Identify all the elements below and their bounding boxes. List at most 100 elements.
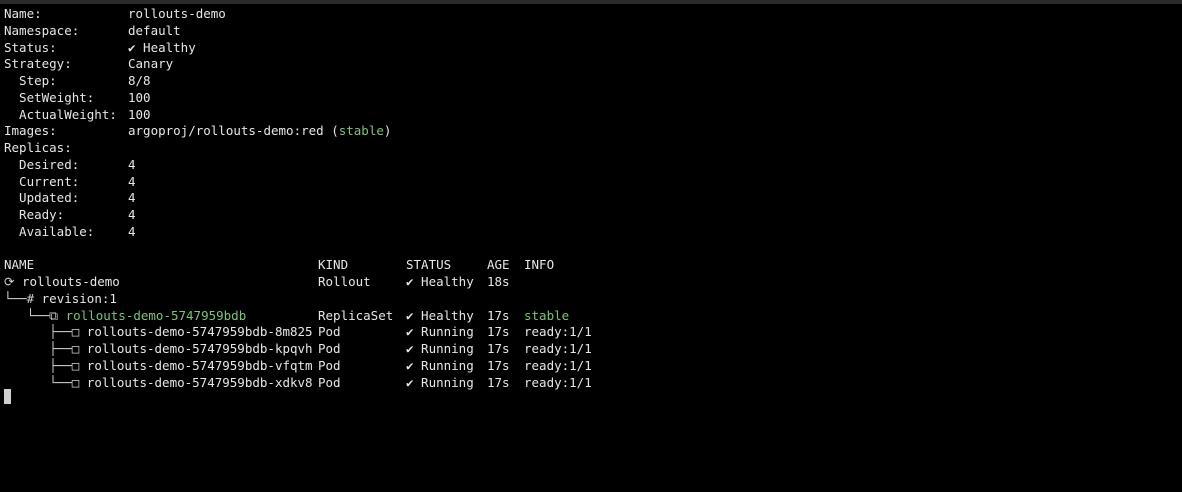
pod-tree-icon: └──□ (4, 374, 87, 390)
header-status: STATUS (406, 257, 452, 273)
summary-value: 4 (128, 207, 136, 222)
resource-name: rollouts-demo-5747959bdb-xdkv8 (86, 374, 313, 390)
terminal-output: Name: rollouts-demo Namespace: default S… (4, 6, 1178, 391)
resource-name: rollouts-demo-5747959bdb-kpqvh (86, 341, 313, 356)
summary-key: SetWeight: (4, 89, 95, 105)
summary-line-updated: Updated: 4 (4, 190, 1178, 207)
resource-kind: Rollout (318, 274, 371, 289)
summary-line-step: Step: 8/8 (4, 73, 1178, 90)
resource-kind: Pod (318, 374, 341, 390)
table-row: ⟳ rollouts-demo Rollout ✔ Healthy 18s (4, 274, 1178, 291)
summary-line-status: Status: ✔ Healthy (4, 40, 1178, 57)
table-row: ├──□ rollouts-demo-5747959bdb-kpqvh Pod … (4, 341, 1178, 358)
resource-age: 17s (487, 324, 510, 340)
header-kind: KIND (318, 257, 349, 273)
rollout-icon: ⟳ (4, 274, 22, 289)
summary-key: Namespace: (4, 22, 80, 38)
pod-tree-icon: ├──□ (4, 357, 87, 373)
resource-name: rollouts-demo-5747959bdb-vfqtm (86, 357, 313, 373)
resource-info: stable (524, 307, 570, 323)
resource-status: ✔ Running (406, 357, 474, 373)
resource-status: ✔ Running (406, 324, 474, 340)
summary-value: 4 (128, 190, 136, 206)
summary-key: Name: (4, 6, 42, 21)
row-name-cell: ⟳ rollouts-demo (4, 274, 120, 291)
image-stable-tag: stable (338, 123, 384, 139)
row-name-cell: └──# revision:1 (4, 291, 117, 308)
summary-line-desired: Desired: 4 (4, 157, 1178, 174)
table-row: ├──□ rollouts-demo-5747959bdb-vfqtm Pod … (4, 358, 1178, 375)
summary-value: 4 (128, 223, 136, 239)
resource-status: ✔ Healthy (406, 307, 474, 323)
resource-name: rollouts-demo (22, 274, 120, 289)
resource-info: ready:1/1 (524, 357, 592, 373)
summary-key: ActualWeight: (4, 106, 117, 122)
summary-value: 100 (128, 89, 151, 105)
replicaset-tree-icon: └──⧉ (4, 307, 66, 323)
summary-key: Current: (4, 173, 80, 189)
header-info: INFO (524, 257, 555, 273)
window-top-bar (0, 0, 1182, 4)
revision-label: revision:1 (41, 290, 117, 306)
summary-key: Available: (4, 223, 95, 239)
resource-age: 18s (487, 274, 510, 289)
summary-line-actualweight: ActualWeight: 100 (4, 107, 1178, 124)
summary-line-setweight: SetWeight: 100 (4, 90, 1178, 107)
summary-key: Status: (4, 39, 57, 55)
image-name: argoproj/rollouts-demo:red (128, 123, 324, 139)
pod-tree-icon: ├──□ (4, 324, 87, 340)
table-row: └──# revision:1 (4, 291, 1178, 308)
summary-key: Replicas: (4, 140, 72, 155)
terminal-cursor[interactable] (4, 389, 11, 404)
resource-kind: ReplicaSet (318, 307, 394, 323)
resource-kind: Pod (318, 324, 341, 340)
summary-value: Canary (128, 56, 174, 72)
summary-key: Strategy: (4, 56, 72, 72)
table-row: └──□ rollouts-demo-5747959bdb-xdkv8 Pod … (4, 375, 1178, 392)
revision-tree-icon: └──# (4, 290, 42, 306)
row-name-cell: ├──□ rollouts-demo-5747959bdb-8m825 (4, 324, 313, 341)
resource-status: ✔ Running (406, 341, 474, 356)
resource-info: ready:1/1 (524, 324, 592, 340)
summary-value: ✔ Healthy (128, 39, 196, 55)
resource-age: 17s (487, 341, 510, 356)
resource-age: 17s (487, 357, 510, 373)
resource-status: ✔ Healthy (406, 274, 474, 289)
resource-age: 17s (487, 374, 510, 390)
row-name-cell: ├──□ rollouts-demo-5747959bdb-kpqvh (4, 341, 313, 358)
table-header: NAME KIND STATUS AGE INFO (4, 257, 1178, 274)
summary-line-namespace: Namespace: default (4, 23, 1178, 40)
summary-value: 4 (128, 173, 136, 189)
resource-name: rollouts-demo-5747959bdb-8m825 (86, 324, 313, 340)
summary-images-value: argoproj/rollouts-demo:red (stable) (128, 123, 391, 140)
header-age: AGE (487, 257, 510, 273)
row-name-cell: ├──□ rollouts-demo-5747959bdb-vfqtm (4, 357, 313, 375)
table-row: ├──□ rollouts-demo-5747959bdb-8m825 Pod … (4, 324, 1178, 341)
summary-value: rollouts-demo (128, 6, 226, 21)
summary-line-name: Name: rollouts-demo (4, 6, 1178, 23)
summary-value: 4 (128, 156, 136, 172)
table-row: └──⧉ rollouts-demo-5747959bdb ReplicaSet… (4, 308, 1178, 325)
row-name-cell: └──⧉ rollouts-demo-5747959bdb (4, 307, 247, 325)
summary-key: Step: (4, 73, 57, 88)
resource-status: ✔ Running (406, 374, 474, 390)
summary-value: 100 (128, 106, 151, 122)
summary-value: 8/8 (128, 73, 151, 88)
resource-kind: Pod (318, 341, 341, 356)
summary-line-images: Images: argoproj/rollouts-demo:red (stab… (4, 123, 1178, 140)
image-tag-close: ) (383, 123, 392, 139)
summary-key: Images: (4, 123, 57, 139)
summary-line-available: Available: 4 (4, 224, 1178, 241)
resource-info: ready:1/1 (524, 341, 592, 356)
summary-line-ready: Ready: 4 (4, 207, 1178, 224)
summary-key: Updated: (4, 190, 80, 206)
image-tag-open: ( (323, 123, 339, 139)
summary-line-replicas: Replicas: (4, 140, 1178, 157)
resource-kind: Pod (318, 357, 341, 373)
header-name: NAME (4, 257, 35, 273)
summary-value: default (128, 22, 181, 38)
summary-line-current: Current: 4 (4, 174, 1178, 191)
summary-key: Ready: (4, 207, 65, 222)
resource-name: rollouts-demo-5747959bdb (65, 307, 247, 323)
